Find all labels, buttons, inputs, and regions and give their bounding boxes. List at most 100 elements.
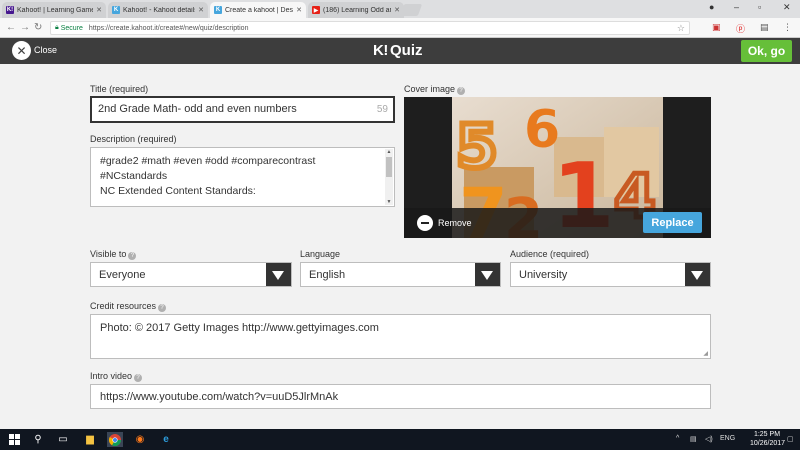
chrome-icon[interactable] (107, 432, 123, 447)
back-icon[interactable]: ← (6, 22, 16, 33)
address-bar[interactable]: 🔒︎ Secure https://create.kahoot.it/creat… (50, 21, 690, 35)
remove-button[interactable]: Remove (438, 218, 472, 228)
help-icon[interactable]: ? (158, 304, 167, 312)
cover-image-toolbar: Remove Replace (404, 208, 711, 238)
windows-start-icon[interactable] (6, 432, 22, 447)
language-label: Language (300, 249, 341, 259)
help-icon[interactable]: ? (134, 374, 143, 382)
ok-go-button[interactable]: Ok, go (741, 40, 792, 62)
description-scrollbar[interactable]: ▲ ▼ (385, 149, 393, 205)
scroll-up-icon[interactable]: ▲ (385, 149, 393, 155)
page-title: Quiz (390, 42, 423, 59)
browser-tab-strip: K! Kahoot! | Learning Game ✕ K Kahoot! -… (0, 0, 800, 18)
visible-to-value: Everyone (99, 269, 146, 281)
chevron-down-icon[interactable] (685, 263, 710, 286)
network-icon[interactable]: ▤ (690, 435, 697, 443)
kahoot-favicon-icon: K (214, 6, 222, 14)
credit-resources-label: Credit resources? (90, 301, 167, 312)
credit-resources-label-text: Credit resources (90, 301, 157, 311)
remove-icon[interactable] (417, 215, 433, 231)
cover-image-label: Cover image? (404, 84, 466, 95)
forward-icon[interactable]: → (20, 22, 30, 33)
kahoot-logo: K! (373, 42, 388, 59)
description-label: Description (required) (90, 134, 177, 144)
tab-label: Create a kahoot | Descr (225, 6, 294, 14)
pinterest-icon[interactable]: ⓟ (736, 22, 745, 35)
help-icon[interactable]: ? (128, 252, 137, 260)
youtube-favicon-icon: ▶ (312, 6, 320, 14)
scroll-down-icon[interactable]: ▼ (385, 199, 393, 205)
bookmark-star-icon[interactable]: ☆ (677, 23, 685, 34)
clock-date: 10/26/2017 (750, 440, 786, 447)
title-label: Title (required) (90, 84, 149, 94)
close-icon[interactable]: ✕ (12, 41, 31, 60)
title-input[interactable]: 2nd Grade Math- odd and even numbers 59 (90, 96, 395, 123)
clock-time: 1:25 PM (753, 431, 781, 438)
audience-label: Audience (required) (510, 249, 590, 259)
tab-close-icon[interactable]: ✕ (96, 6, 102, 14)
credit-resources-textarea[interactable]: Photo: © 2017 Getty Images http://www.ge… (90, 314, 711, 359)
app-header: ✕ Close K! Quiz Ok, go (0, 38, 800, 64)
chevron-down-icon[interactable] (266, 263, 291, 286)
tab-label: (186) Learning Odd and E (323, 6, 391, 14)
kahoot-favicon-icon: K (112, 6, 120, 14)
internet-explorer-icon[interactable]: e (158, 432, 174, 447)
browser-tab-3-active[interactable]: K Create a kahoot | Descr ✕ (210, 2, 306, 18)
svg-text:5: 5 (456, 112, 498, 182)
audience-select[interactable]: University (510, 262, 711, 287)
language-select[interactable]: English (300, 262, 501, 287)
file-explorer-icon[interactable]: ▆ (82, 432, 98, 447)
task-view-icon[interactable]: ▭ (55, 432, 71, 447)
description-line: #grade2 #math #even #odd #comparecontras… (100, 155, 316, 167)
extension-icon[interactable]: ▣ (712, 22, 721, 33)
maximize-icon[interactable]: ▫ (758, 2, 761, 12)
firefox-icon[interactable]: ◉ (132, 432, 148, 447)
tab-close-icon[interactable]: ✕ (198, 6, 204, 14)
minimize-icon[interactable]: – (734, 2, 739, 12)
notifications-icon[interactable]: ▢ (787, 435, 794, 443)
browser-tab-4[interactable]: ▶ (186) Learning Odd and E ✕ (308, 2, 404, 18)
visible-to-select[interactable]: Everyone (90, 262, 292, 287)
help-icon[interactable]: ? (457, 87, 466, 95)
tab-label: Kahoot! | Learning Game (17, 6, 94, 14)
menu-icon[interactable]: ⋮ (783, 22, 792, 33)
reload-icon[interactable]: ↻ (34, 22, 42, 33)
windows-taskbar: ⚲ ▭ ▆ ◉ e ^ ▤ ◁) ENG 1:25 PM 10/26/2017 … (0, 429, 800, 450)
cover-image-label-text: Cover image (404, 84, 456, 94)
scrollbar-thumb[interactable] (386, 157, 392, 177)
description-value: #grade2 #math #even #odd #comparecontras… (100, 154, 380, 199)
language-value: English (309, 269, 346, 281)
resize-handle-icon[interactable]: ◢ (703, 350, 708, 357)
intro-video-label-text: Intro video (90, 371, 133, 381)
visible-to-label-text: Visible to (90, 249, 127, 259)
system-clock[interactable]: 1:25 PM 10/26/2017 (750, 430, 786, 448)
search-icon[interactable]: ⚲ (30, 432, 46, 447)
char-counter: 59 (376, 104, 388, 115)
description-line: NC Extended Content Standards: (100, 185, 256, 197)
intro-video-input[interactable]: https://www.youtube.com/watch?v=uuD5JlrM… (90, 384, 711, 409)
credit-resources-value: Photo: © 2017 Getty Images http://www.ge… (100, 322, 379, 334)
language-indicator[interactable]: ENG (720, 435, 735, 442)
replace-button[interactable]: Replace (643, 212, 702, 233)
tab-close-icon[interactable]: ✕ (296, 6, 302, 14)
kahoot-favicon-icon: K! (6, 6, 14, 14)
tab-close-icon[interactable]: ✕ (394, 6, 400, 14)
browser-tab-2[interactable]: K Kahoot! - Kahoot details ✕ (108, 2, 208, 18)
tray-chevron-icon[interactable]: ^ (676, 435, 679, 442)
audience-value: University (519, 269, 568, 281)
description-line: #NCstandards (100, 170, 168, 182)
title-value: 2nd Grade Math- odd and even numbers (98, 103, 297, 115)
window-close-icon[interactable]: ✕ (783, 2, 791, 13)
description-textarea[interactable]: #grade2 #math #even #odd #comparecontras… (90, 147, 395, 207)
volume-icon[interactable]: ◁) (705, 435, 713, 443)
new-tab-button[interactable] (399, 4, 423, 16)
tab-label: Kahoot! - Kahoot details (123, 6, 196, 14)
browser-tab-1[interactable]: K! Kahoot! | Learning Game ✕ (2, 2, 106, 18)
visible-to-label: Visible to? (90, 249, 137, 260)
extension-icon[interactable]: ▤ (760, 22, 769, 33)
secure-label: Secure (60, 24, 83, 32)
close-button[interactable]: Close (34, 45, 57, 55)
chevron-down-icon[interactable] (475, 263, 500, 286)
profile-icon[interactable]: ● (709, 2, 714, 12)
lock-icon: 🔒︎ (55, 24, 59, 31)
